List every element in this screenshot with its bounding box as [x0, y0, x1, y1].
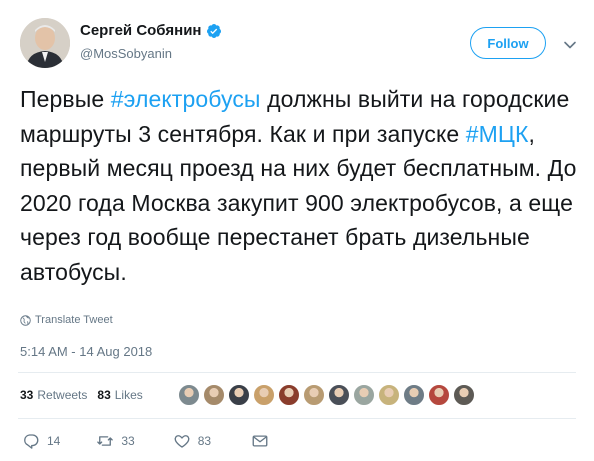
likes-stat[interactable]: 83 Likes: [97, 388, 142, 402]
liker-avatar[interactable]: [328, 384, 350, 406]
liker-avatar[interactable]: [378, 384, 400, 406]
divider: [18, 418, 576, 419]
author-avatar[interactable]: [20, 18, 70, 68]
liker-avatar[interactable]: [353, 384, 375, 406]
like-count: 83: [197, 434, 212, 448]
liker-avatar[interactable]: [278, 384, 300, 406]
direct-message-button[interactable]: [251, 432, 269, 450]
heart-icon: [174, 435, 190, 448]
tweet-stats: 33 Retweets 83 Likes: [20, 388, 143, 402]
liker-avatar[interactable]: [178, 384, 200, 406]
translate-tweet-link[interactable]: Translate Tweet: [20, 314, 113, 326]
retweets-label: Retweets: [37, 388, 88, 402]
retweets-stat[interactable]: 33 Retweets: [20, 388, 87, 402]
reply-icon: [24, 434, 39, 449]
liker-avatar[interactable]: [253, 384, 275, 406]
globe-icon: [20, 314, 31, 326]
tweet-timestamp[interactable]: 5:14 AM - 14 Aug 2018: [20, 344, 152, 359]
liker-avatars: [178, 384, 475, 406]
chevron-down-icon[interactable]: [563, 38, 577, 52]
likes-count: 83: [97, 388, 111, 402]
reply-count: 14: [47, 434, 61, 448]
verified-badge-icon: [207, 23, 222, 38]
liker-avatar[interactable]: [428, 384, 450, 406]
liker-avatar[interactable]: [403, 384, 425, 406]
liker-avatar[interactable]: [453, 384, 475, 406]
retweet-icon: [97, 436, 114, 446]
hashtag-link[interactable]: #МЦК: [466, 121, 529, 147]
author-display-name[interactable]: Сергей Собянин: [80, 22, 201, 39]
retweets-count: 33: [20, 388, 34, 402]
author-name-row: Сергей Собянин: [80, 22, 222, 39]
tweet-text-part: Первые: [20, 86, 111, 112]
envelope-icon: [252, 435, 268, 447]
divider: [18, 372, 576, 373]
liker-avatar[interactable]: [303, 384, 325, 406]
tweet-text: Первые #электробусы должны выйти на горо…: [20, 82, 580, 289]
hashtag-link[interactable]: #электробусы: [111, 86, 261, 112]
retweet-count: 33: [121, 434, 135, 448]
reply-button[interactable]: 14: [22, 432, 60, 450]
liker-avatar[interactable]: [228, 384, 250, 406]
retweet-button[interactable]: 33: [96, 432, 135, 450]
avatar-portrait: [20, 18, 70, 68]
author-handle[interactable]: @MosSobyanin: [80, 46, 172, 61]
follow-button[interactable]: Follow: [470, 27, 546, 59]
translate-label[interactable]: Translate Tweet: [35, 314, 113, 326]
likes-label: Likes: [114, 388, 143, 402]
tweet-actions: 14 33 83: [22, 432, 269, 450]
like-button[interactable]: 83: [173, 432, 211, 450]
liker-avatar[interactable]: [203, 384, 225, 406]
